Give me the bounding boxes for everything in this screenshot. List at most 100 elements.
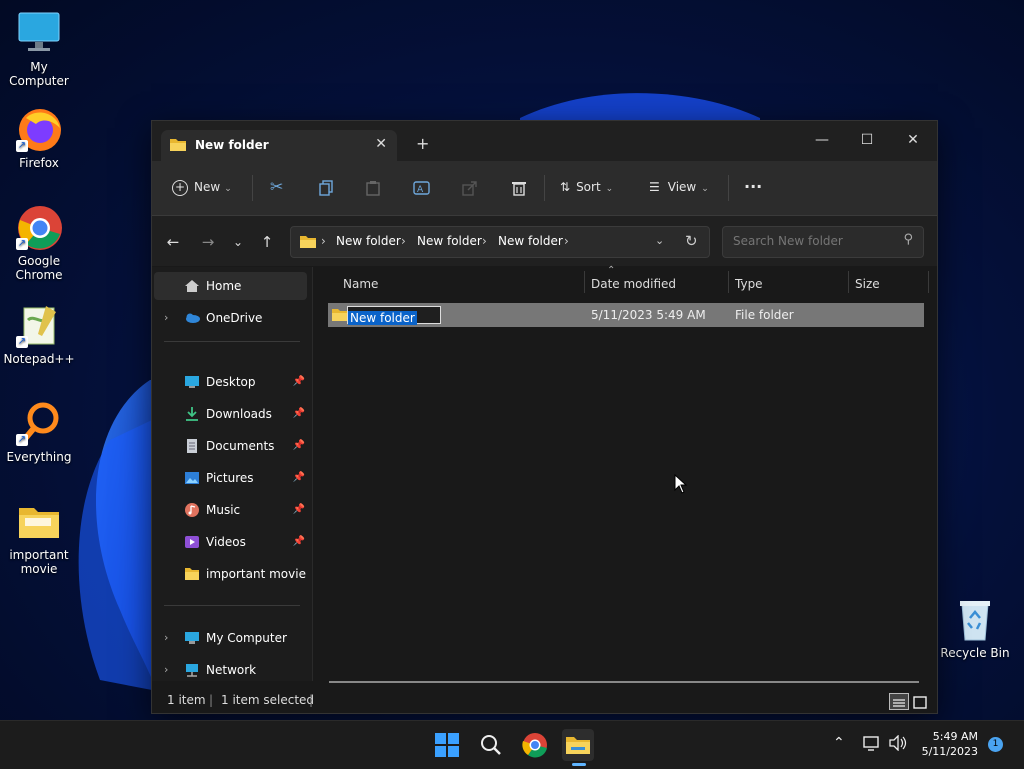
column-header-type[interactable]: Type — [735, 277, 763, 291]
rename-icon: A — [413, 180, 430, 195]
recycle-bin-icon — [952, 596, 998, 642]
sidebar-item-pictures[interactable]: Pictures 📌 — [154, 464, 307, 492]
desktop-icon-everything[interactable]: ↗ Everything — [0, 400, 78, 464]
sidebar-item-label: My Computer — [206, 631, 287, 645]
recent-locations-button[interactable]: ⌄ — [226, 230, 250, 254]
table-row[interactable]: New folder 5/11/2023 5:49 AM File folder — [328, 303, 924, 327]
sidebar-item-label: Pictures — [206, 471, 254, 485]
tiles-view-button[interactable] — [912, 693, 928, 709]
new-tab-button[interactable]: + — [416, 134, 429, 153]
chevron-right-icon[interactable]: › — [164, 656, 168, 684]
delete-button[interactable] — [511, 173, 527, 201]
sort-button-label: Sort — [576, 180, 601, 194]
desktop-icon-notepadpp[interactable]: ↗ Notepad++ — [0, 302, 78, 366]
copy-icon — [319, 179, 333, 196]
start-button[interactable] — [431, 729, 463, 761]
rename-input[interactable]: New folder — [347, 306, 441, 325]
forward-button[interactable]: → — [196, 230, 220, 254]
details-view-button[interactable] — [889, 693, 909, 710]
desktop-icon-label: Recycle Bin — [940, 646, 1010, 660]
details-view-icon — [893, 699, 905, 707]
toolbar-divider — [544, 175, 545, 201]
desktop-icon-chrome[interactable]: ↗ Google Chrome — [0, 204, 78, 282]
chevron-right-icon[interactable]: › — [164, 624, 168, 652]
volume-tray-icon[interactable] — [888, 734, 908, 755]
cut-button[interactable]: ✂ — [270, 173, 283, 201]
taskbar-search-button[interactable] — [475, 729, 507, 761]
notification-badge[interactable]: 1 — [988, 737, 1003, 752]
up-button[interactable]: ↑ — [255, 230, 279, 254]
folder-icon — [170, 139, 186, 151]
sidebar-item-label: Music — [206, 503, 241, 517]
new-button[interactable]: + New ⌄ — [172, 173, 232, 201]
refresh-icon[interactable]: ↻ — [685, 232, 698, 250]
clipboard-icon — [366, 180, 380, 196]
sidebar-item-home[interactable]: Home — [154, 272, 307, 300]
view-button[interactable]: ☰ View ⌄ — [649, 173, 709, 201]
shortcut-arrow-icon: ↗ — [16, 336, 28, 348]
network-tray-icon[interactable] — [863, 735, 881, 755]
paste-button[interactable] — [365, 173, 381, 201]
sidebar-item-onedrive[interactable]: › OneDrive — [154, 304, 307, 332]
breadcrumb-item[interactable]: New folder — [498, 234, 563, 248]
copy-button[interactable] — [318, 173, 334, 201]
desktop-icon-label: Everything — [6, 450, 72, 464]
pin-icon: 📌 — [292, 408, 305, 419]
back-button[interactable]: ← — [161, 230, 185, 254]
sidebar-item-documents[interactable]: Documents 📌 — [154, 432, 307, 460]
sidebar-item-desktop[interactable]: Desktop 📌 — [154, 368, 307, 396]
notepadpp-icon: ↗ — [16, 302, 62, 348]
column-divider[interactable] — [848, 271, 849, 293]
desktop-icon-recycle-bin[interactable]: Recycle Bin — [936, 596, 1014, 660]
close-window-button[interactable]: ✕ — [893, 127, 933, 153]
sidebar-item-downloads[interactable]: Downloads 📌 — [154, 400, 307, 428]
toolbar-divider — [252, 175, 253, 201]
breadcrumb-item[interactable]: New folder — [417, 234, 482, 248]
cloud-icon — [186, 313, 200, 323]
horizontal-scrollbar[interactable] — [329, 681, 919, 683]
chevron-right-icon[interactable]: › — [164, 304, 168, 332]
column-divider[interactable] — [728, 271, 729, 293]
sidebar-item-videos[interactable]: Videos 📌 — [154, 528, 307, 556]
sidebar-item-my-computer[interactable]: › My Computer — [154, 624, 307, 652]
taskbar-clock[interactable]: 5:49 AM 5/11/2023 — [922, 729, 978, 759]
desktop-icon-my-computer[interactable]: My Computer — [0, 10, 78, 88]
sort-button[interactable]: ⇅ Sort ⌄ — [560, 173, 613, 201]
pin-icon: 📌 — [292, 440, 305, 451]
address-bar[interactable]: › New folder › New folder › New folder ›… — [290, 226, 710, 258]
shortcut-arrow-icon: ↗ — [16, 434, 28, 446]
tab-new-folder[interactable]: New folder ✕ — [161, 130, 397, 161]
column-divider[interactable] — [928, 271, 929, 293]
taskbar-chrome-button[interactable] — [519, 729, 551, 761]
network-monitor-icon — [863, 736, 879, 751]
taskbar-file-explorer-button[interactable] — [562, 729, 594, 766]
search-box[interactable]: ⚲ — [722, 226, 924, 258]
more-options-button[interactable]: ··· — [744, 173, 762, 201]
desktop-icon-firefox[interactable]: ↗ Firefox — [0, 106, 78, 170]
maximize-button[interactable]: ☐ — [847, 127, 887, 153]
breadcrumb-item[interactable]: New folder — [336, 234, 401, 248]
desktop-icon-label: My Computer — [9, 60, 69, 88]
rename-button[interactable]: A — [413, 173, 431, 201]
shortcut-arrow-icon: ↗ — [16, 238, 28, 250]
column-divider[interactable] — [584, 271, 585, 293]
column-header-size[interactable]: Size — [855, 277, 880, 291]
sidebar-item-music[interactable]: Music 📌 — [154, 496, 307, 524]
close-tab-button[interactable]: ✕ — [375, 136, 387, 152]
show-hidden-icons-button[interactable]: ⌃ — [833, 735, 845, 751]
file-explorer-window: New folder ✕ + — ☐ ✕ + New ⌄ ✂ A ⇅ Sort ⌄ — [151, 120, 938, 714]
desktop-icon-important-movie[interactable]: important movie — [0, 498, 78, 576]
tiles-view-icon — [913, 696, 927, 709]
desktop-icon-label: Firefox — [19, 156, 59, 170]
column-header-name[interactable]: Name — [343, 277, 378, 291]
breadcrumb-separator-icon: › — [401, 234, 406, 248]
minimize-button[interactable]: — — [802, 127, 842, 153]
trash-icon — [512, 181, 526, 196]
sidebar-item-network[interactable]: › Network — [154, 656, 307, 684]
sidebar-item-important-movie[interactable]: important movie — [154, 560, 307, 588]
search-input[interactable] — [731, 233, 895, 249]
address-dropdown-button[interactable]: ⌄ — [655, 234, 664, 247]
column-header-date[interactable]: Date modified — [591, 277, 676, 291]
share-button[interactable] — [462, 173, 478, 201]
firefox-icon: ↗ — [16, 106, 62, 152]
